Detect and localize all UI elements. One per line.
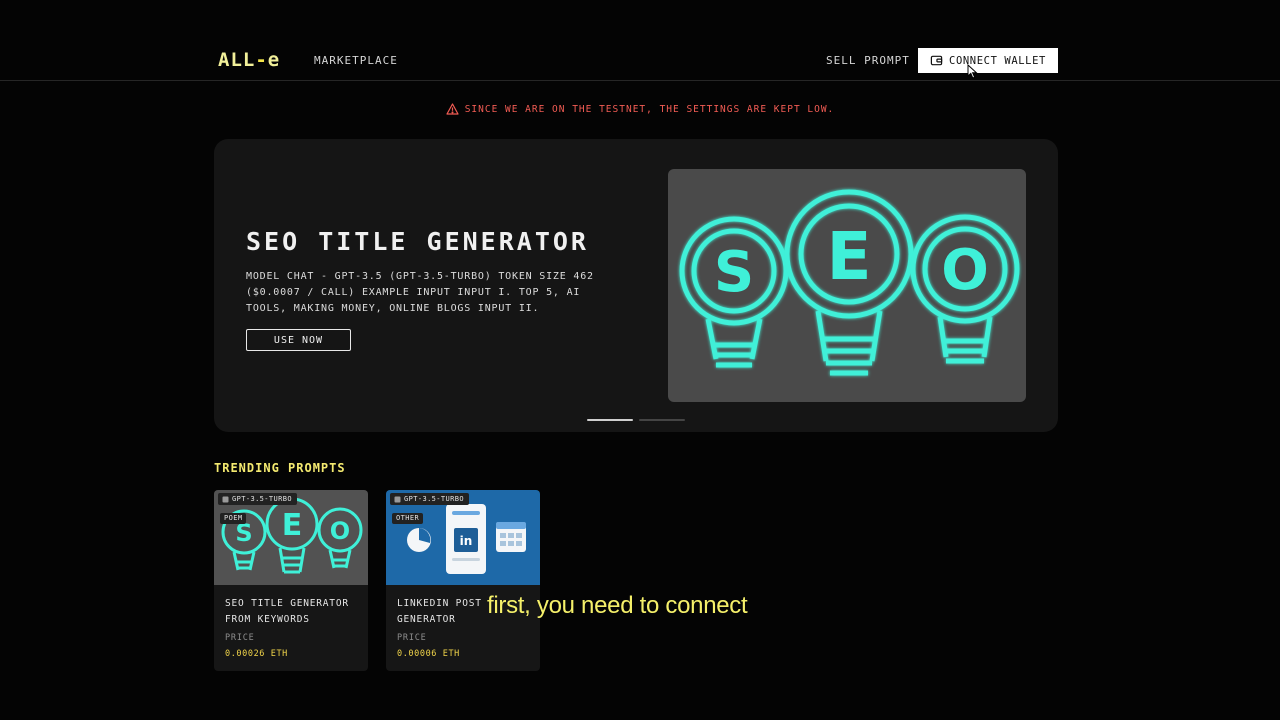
connect-wallet-button[interactable]: CONNECT WALLET	[918, 48, 1058, 73]
category-tag: POEM	[220, 513, 247, 524]
price-value: 0.00006 ETH	[397, 649, 460, 659]
logo-text: ALL	[218, 49, 256, 71]
logo[interactable]: ALL-e	[218, 49, 280, 71]
testnet-warning: SINCE WE ARE ON THE TESTNET, THE SETTING…	[0, 103, 1280, 115]
top-navbar: ALL-e MARKETPLACE SELL PROMPT CONNECT WA…	[0, 0, 1280, 81]
linkedin-logo-text: in	[460, 534, 473, 548]
hero-image-letter-e: E	[826, 218, 871, 295]
logo-dash: -	[255, 49, 268, 71]
video-subtitle-caption: first, you need to connect	[487, 592, 748, 619]
hero-image-letter-s: S	[714, 240, 754, 305]
carousel-dot-2[interactable]	[639, 419, 685, 421]
use-now-button[interactable]: USE NOW	[246, 329, 351, 351]
model-tag-text: GPT-3.5-TURBO	[232, 495, 292, 503]
card-image-letter-e: E	[282, 508, 303, 543]
hero-title: SEO TITLE GENERATOR	[246, 227, 589, 256]
wallet-icon	[930, 55, 943, 66]
model-tag: GPT-3.5-TURBO	[218, 493, 297, 505]
card-image-letter-o: O	[330, 517, 350, 545]
model-icon	[222, 496, 229, 502]
price-value: 0.00026 ETH	[225, 649, 288, 659]
model-icon	[394, 496, 401, 502]
prompt-card-linkedin-post-generator[interactable]: in GPT-3.5-TURBO OTHER LINKEDIN POST GEN…	[386, 490, 540, 671]
model-tag: GPT-3.5-TURBO	[390, 493, 469, 505]
nav-marketplace-link[interactable]: MARKETPLACE	[314, 54, 398, 67]
model-tag-text: GPT-3.5-TURBO	[404, 495, 464, 503]
prompt-card-title: SEO TITLE GENERATOR FROM KEYWORDS	[225, 598, 349, 625]
price-label: PRICE	[397, 633, 427, 643]
hero-seo-bulbs-image: S E O	[668, 169, 1026, 402]
carousel-dot-1[interactable]	[587, 419, 633, 421]
warning-icon	[446, 103, 459, 115]
carousel-indicators	[587, 419, 685, 421]
nav-sell-prompt-link[interactable]: SELL PROMPT	[826, 54, 910, 67]
mouse-pointer-icon	[967, 64, 978, 79]
warning-text: SINCE WE ARE ON THE TESTNET, THE SETTING…	[464, 104, 835, 115]
seo-lightbulbs-illustration: S E O	[679, 189, 1020, 376]
hero-image-letter-o: O	[941, 238, 989, 303]
category-tag: OTHER	[392, 513, 424, 524]
featured-prompt-carousel: SEO TITLE GENERATOR MODEL CHAT - GPT-3.5…	[214, 139, 1058, 432]
hero-description: MODEL CHAT - GPT-3.5 (GPT-3.5-TURBO) TOK…	[246, 271, 594, 314]
logo-tail: e	[267, 49, 281, 71]
connect-wallet-label: CONNECT WALLET	[949, 54, 1046, 67]
price-label: PRICE	[225, 633, 255, 643]
prompt-card-seo-title-generator[interactable]: S E O GPT-3.5-TURBO POEM SEO TITLE GENER…	[214, 490, 368, 671]
trending-prompts-heading: TRENDING PROMPTS	[214, 461, 346, 475]
